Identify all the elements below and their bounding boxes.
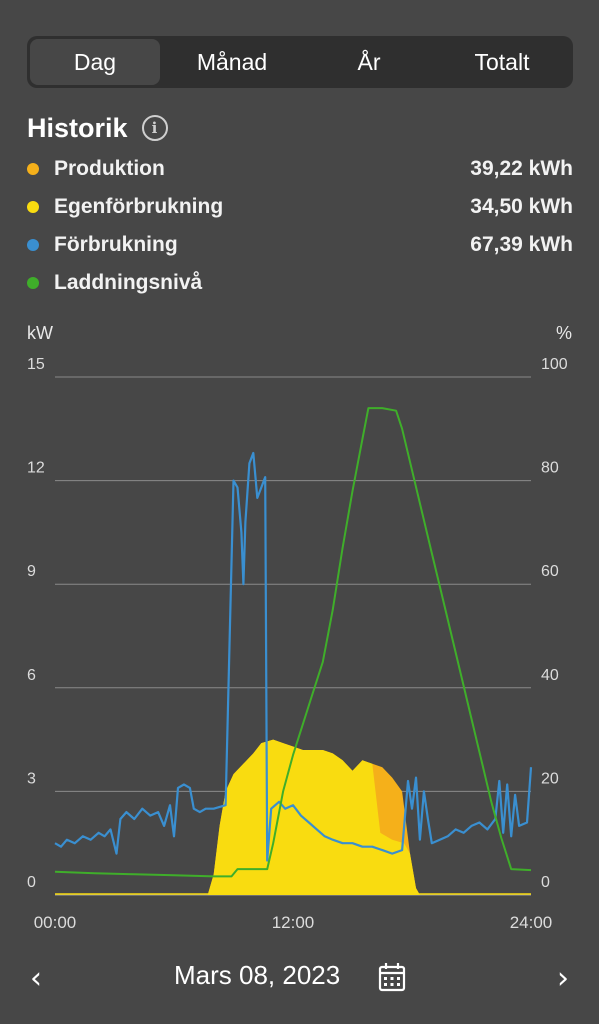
legend: Produktion 39,22 kWh Egenförbrukning 34,… <box>27 150 573 302</box>
legend-item-produktion: Produktion 39,22 kWh <box>27 150 573 188</box>
x-tick: 24:00 <box>510 913 553 932</box>
y-tick-left: 0 <box>27 874 36 891</box>
tab-totalt[interactable]: Totalt <box>434 39 570 85</box>
date-label: Mars 08, 2023 <box>174 960 341 990</box>
legend-label: Produktion <box>54 157 165 180</box>
legend-item-laddningsniva: Laddningsnivå <box>27 264 573 302</box>
calendar-icon[interactable] <box>378 962 406 992</box>
section-title: Historik <box>27 112 128 143</box>
y-tick-left: 3 <box>27 770 36 787</box>
legend-dot-egenforbrukning <box>27 201 39 213</box>
legend-label: Förbrukning <box>54 233 178 256</box>
left-unit-label: kW <box>27 323 53 343</box>
info-icon[interactable]: i <box>141 115 168 141</box>
legend-label: Egenförbrukning <box>54 195 224 218</box>
x-tick: 12:00 <box>272 913 315 932</box>
right-unit-label: % <box>555 323 572 343</box>
tab-dag[interactable]: Dag <box>30 39 160 85</box>
y-tick-left: 12 <box>27 460 45 477</box>
y-tick-left: 9 <box>27 563 36 580</box>
y-tick-right: 100 <box>541 356 568 373</box>
date-navigation: ‹ Mars 08, 2023 › <box>0 950 599 1006</box>
legend-value: 67,39 kWh <box>470 233 573 256</box>
legend-dot-forbrukning <box>27 239 39 251</box>
energy-chart[interactable]: kW % 15 100 12 80 9 60 6 40 3 20 0 0 00:00 12:00 24:00 <box>0 315 599 945</box>
y-tick-right: 60 <box>541 563 559 580</box>
legend-value: 39,22 kWh <box>470 157 573 180</box>
x-tick: 00:00 <box>34 913 77 932</box>
chevron-right-icon[interactable]: › <box>543 958 583 998</box>
chevron-left-icon[interactable]: ‹ <box>16 958 56 998</box>
legend-dot-produktion <box>27 163 39 175</box>
period-tabs: Dag Månad År Totalt <box>27 36 573 88</box>
y-tick-right: 0 <box>541 874 550 891</box>
y-tick-left: 15 <box>27 356 45 373</box>
legend-value: 34,50 kWh <box>470 195 573 218</box>
tab-ar[interactable]: År <box>304 39 434 85</box>
chart-plot: 15 100 12 80 9 60 6 40 3 20 0 0 00:00 12:00 24:00 <box>27 356 568 932</box>
y-tick-left: 6 <box>27 667 36 684</box>
y-tick-right: 40 <box>541 667 559 684</box>
legend-item-egenforbrukning: Egenförbrukning 34,50 kWh <box>27 188 573 226</box>
legend-item-forbrukning: Förbrukning 67,39 kWh <box>27 226 573 264</box>
y-tick-right: 80 <box>541 460 559 477</box>
section-header: Historik i <box>27 110 168 146</box>
legend-label: Laddningsnivå <box>54 271 203 294</box>
tab-manad[interactable]: Månad <box>160 39 304 85</box>
legend-dot-laddningsniva <box>27 277 39 289</box>
y-tick-right: 20 <box>541 770 559 787</box>
